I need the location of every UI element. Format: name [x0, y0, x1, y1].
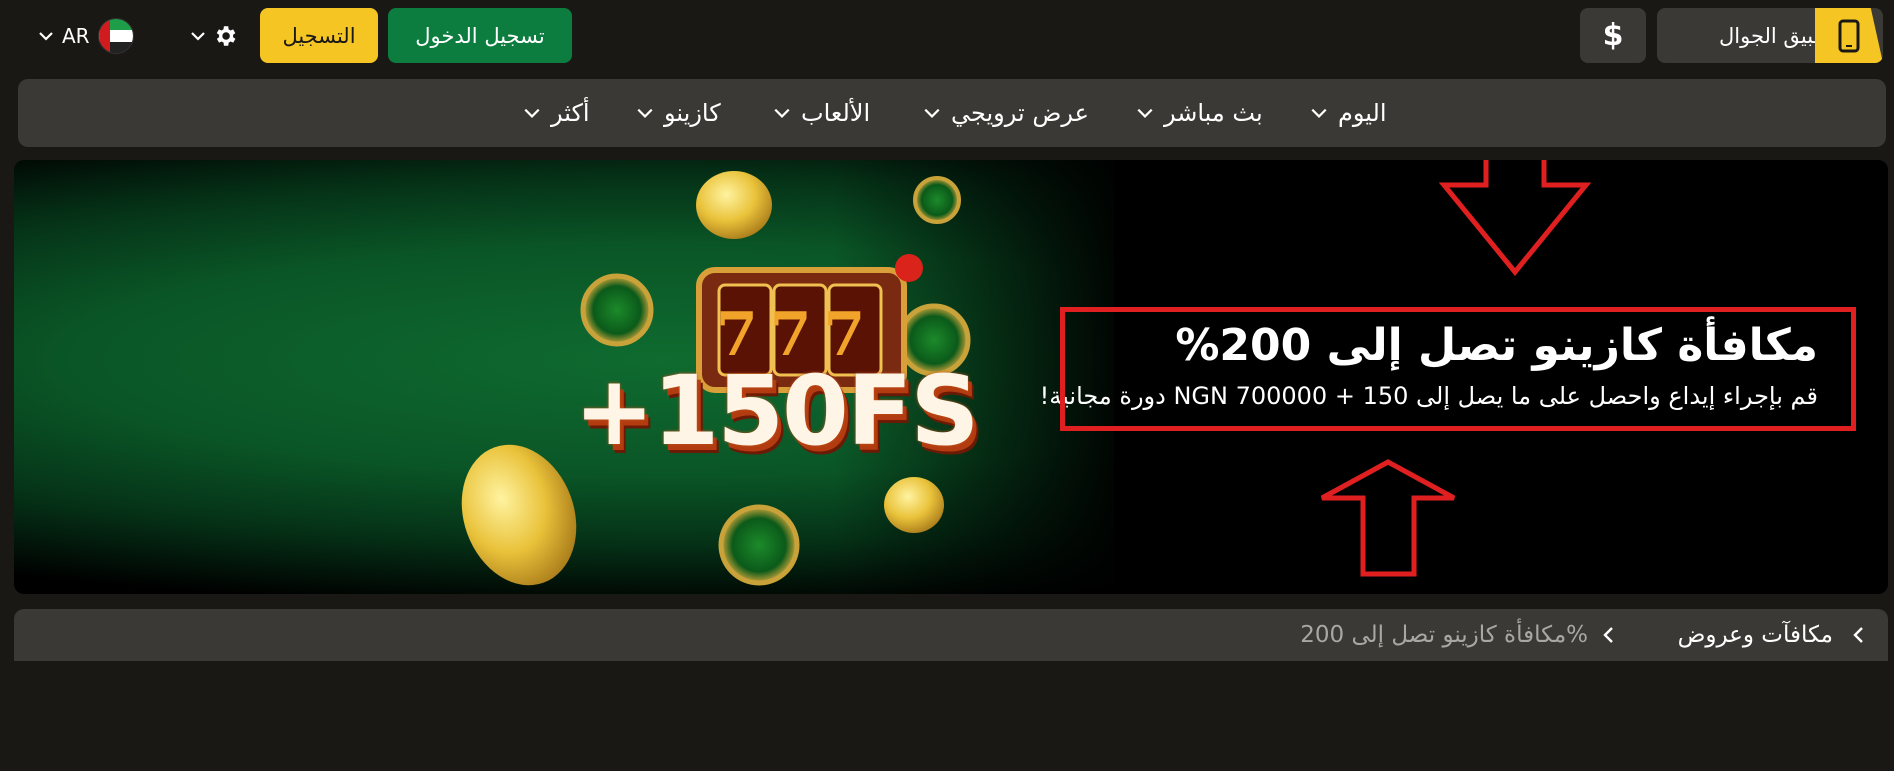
chevron-down-icon [39, 32, 53, 41]
language-code: AR [62, 24, 90, 48]
gear-icon [216, 26, 236, 46]
arrow-up-icon [1320, 459, 1456, 577]
language-selector[interactable]: AR [38, 16, 142, 56]
register-button[interactable]: التسجيل [260, 8, 378, 63]
nav-item-promo[interactable]: عرض ترويجي [923, 79, 1089, 147]
phone-icon [1815, 8, 1883, 63]
nav-item-label: اليوم [1338, 99, 1387, 127]
mobile-app-button[interactable]: تطبيق الجوال [1657, 8, 1883, 63]
chevron-down-icon [191, 32, 205, 41]
login-button[interactable]: تسجيل الدخول [388, 8, 572, 63]
nav-item-label: عرض ترويجي [951, 99, 1089, 127]
arrow-down-icon [1438, 160, 1592, 276]
breadcrumb-item-current: مكافأة كازينو تصل إلى 200% [1300, 622, 1588, 648]
breadcrumb-back-chevron-icon[interactable] [1852, 609, 1866, 661]
promo-banner[interactable]: 777 +150FS مكافأة كازينو تصل إلى 200% قم… [14, 160, 1888, 594]
nav-item-more[interactable]: أكثر [523, 79, 590, 147]
chevron-down-icon [924, 108, 940, 118]
nav-item-casino[interactable]: كازينو [636, 79, 721, 147]
chevron-down-icon [1311, 108, 1327, 118]
currency-button[interactable]: $ [1580, 8, 1646, 63]
nav-item-games[interactable]: الألعاب [773, 79, 870, 147]
nav-item-today[interactable]: اليوم [1310, 79, 1386, 147]
annotation-arrows [1320, 160, 1592, 577]
uae-flag-icon [97, 18, 134, 54]
nav-item-label: بث مباشر [1164, 99, 1263, 127]
chevron-down-icon [1137, 108, 1153, 118]
breadcrumb-separator-icon [1602, 609, 1616, 661]
nav-item-live[interactable]: بث مباشر [1136, 79, 1263, 147]
nav-item-label: أكثر [551, 99, 590, 127]
nav-item-label: كازينو [664, 99, 721, 127]
main-nav: اليوم بث مباشر عرض ترويجي الألعاب كازينو… [18, 79, 1886, 147]
chevron-down-icon [524, 108, 540, 118]
chevron-down-icon [637, 108, 653, 118]
settings-menu[interactable] [182, 16, 246, 56]
breadcrumb-item-bonuses[interactable]: مكافآت وعروض [1678, 609, 1833, 661]
breadcrumb: مكافآت وعروض مكافأة كازينو تصل إلى 200% [14, 609, 1888, 661]
chevron-down-icon [774, 108, 790, 118]
nav-item-label: الألعاب [801, 99, 871, 127]
